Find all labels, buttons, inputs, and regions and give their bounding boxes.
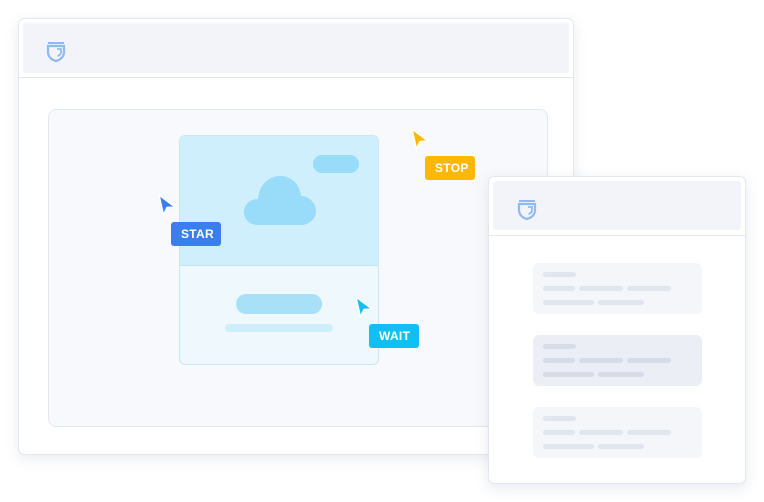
text-placeholder (543, 372, 594, 377)
image-pill-shape (313, 155, 359, 173)
caption-placeholder (236, 294, 322, 314)
image-placeholder (180, 136, 378, 266)
text-placeholder (579, 430, 623, 435)
text-placeholder (598, 372, 644, 377)
shield-logo-icon (517, 198, 537, 221)
main-window-titlebar (23, 23, 569, 73)
text-placeholder (627, 430, 671, 435)
cursor-arrow-icon (354, 296, 374, 320)
text-placeholder (598, 444, 644, 449)
cursor-tag-wait: WAIT (369, 324, 419, 348)
image-card[interactable] (179, 135, 379, 365)
titlebar-divider (19, 77, 573, 78)
text-placeholder (543, 286, 575, 291)
text-placeholder (579, 286, 623, 291)
cloud-icon (244, 176, 316, 226)
list-item[interactable] (533, 407, 702, 458)
shield-logo-icon (46, 40, 66, 63)
text-placeholder (543, 416, 576, 421)
text-placeholder (543, 430, 575, 435)
list-item[interactable] (533, 263, 702, 314)
cursor-tag-stop: STOP (425, 156, 475, 180)
text-placeholder (543, 272, 576, 277)
text-placeholder (543, 344, 576, 349)
text-placeholder (543, 358, 575, 363)
text-placeholder (627, 358, 671, 363)
side-window-titlebar (493, 181, 741, 230)
cursor-arrow-icon (157, 194, 177, 218)
text-placeholder (579, 358, 623, 363)
text-placeholder (543, 300, 594, 305)
cursor-tag-star: STAR (171, 222, 221, 246)
text-placeholder (543, 444, 594, 449)
side-window (488, 176, 746, 484)
caption-line-placeholder (225, 324, 333, 332)
text-placeholder (627, 286, 671, 291)
text-placeholder (598, 300, 644, 305)
titlebar-divider (489, 235, 745, 236)
list-item-selected[interactable] (533, 335, 702, 386)
cursor-arrow-icon (410, 128, 430, 152)
